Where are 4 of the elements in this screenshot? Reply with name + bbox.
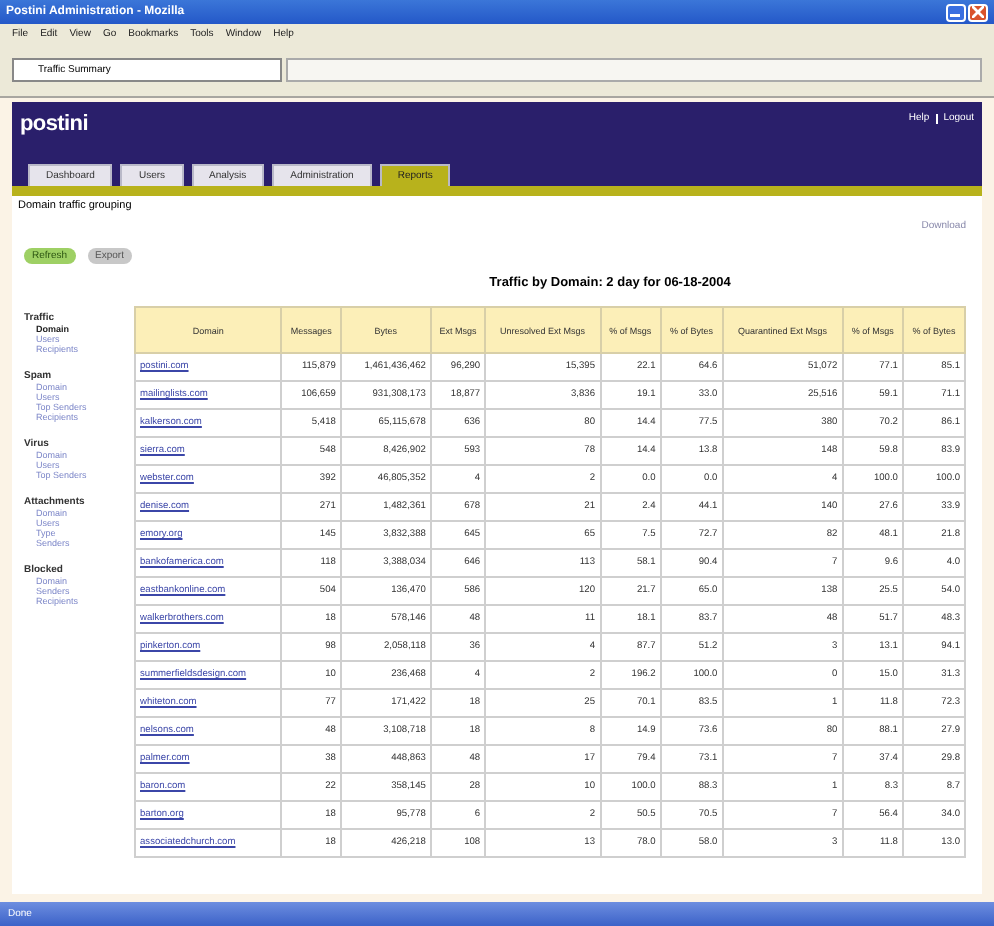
close-icon: [972, 6, 984, 18]
minimize-button[interactable]: [946, 3, 966, 21]
logo: postini: [20, 112, 88, 136]
close-button[interactable]: [968, 3, 988, 21]
